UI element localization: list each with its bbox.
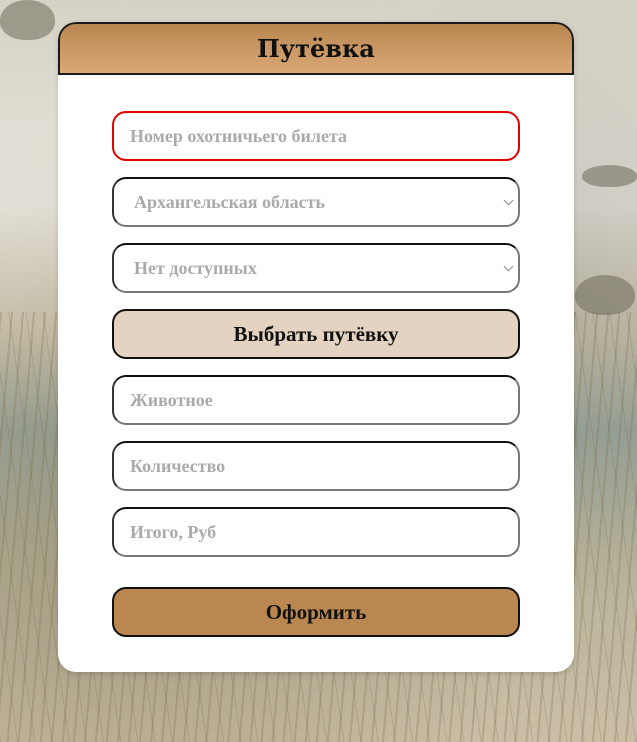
hunting-ticket-placeholder: Номер охотничьего билета xyxy=(130,125,348,146)
region-select[interactable]: Архангельская область xyxy=(112,177,520,227)
form-header: Путёвка xyxy=(58,22,574,75)
chevron-down-icon xyxy=(503,195,514,206)
choose-voucher-button[interactable]: Выбрать путёвку xyxy=(112,309,520,359)
background-bird xyxy=(582,165,637,187)
region-select-value: Архангельская область xyxy=(134,191,326,212)
hunting-ticket-input[interactable]: Номер охотничьего билета xyxy=(112,111,520,161)
animal-input[interactable]: Животное xyxy=(112,375,520,425)
total-placeholder: Итого, Руб xyxy=(130,521,217,542)
submit-button[interactable]: Оформить xyxy=(112,587,520,637)
animal-placeholder: Животное xyxy=(130,389,213,410)
total-input[interactable]: Итого, Руб xyxy=(112,507,520,557)
background-bird xyxy=(0,0,55,40)
voucher-select-value: Нет доступных xyxy=(134,257,257,278)
chevron-down-icon xyxy=(503,261,514,272)
form-title: Путёвка xyxy=(257,34,375,63)
voucher-form-card: Путёвка Номер охотничьего билета Арханге… xyxy=(58,22,574,672)
quantity-placeholder: Количество xyxy=(130,455,226,476)
background-bird xyxy=(575,275,635,315)
quantity-input[interactable]: Количество xyxy=(112,441,520,491)
voucher-select[interactable]: Нет доступных xyxy=(112,243,520,293)
